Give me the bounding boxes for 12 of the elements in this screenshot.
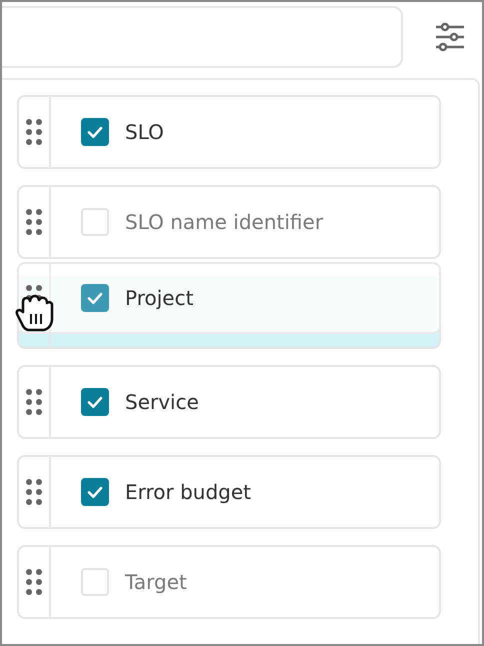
column-card[interactable]: Target <box>17 545 441 619</box>
column-label: SLO <box>125 120 164 144</box>
column-card[interactable]: Service <box>17 365 441 439</box>
column-card[interactable]: SLO <box>17 95 441 169</box>
column-label: SLO name identifier <box>125 210 324 234</box>
column-card[interactable]: SLO name identifier <box>17 185 441 259</box>
column-card[interactable]: Error budget <box>17 455 441 529</box>
column-label: Error budget <box>125 480 252 504</box>
dragged-column-card[interactable]: Project <box>17 262 441 334</box>
column-label: Project <box>125 286 194 310</box>
column-label: Target <box>125 570 187 594</box>
column-label: Service <box>125 390 199 414</box>
